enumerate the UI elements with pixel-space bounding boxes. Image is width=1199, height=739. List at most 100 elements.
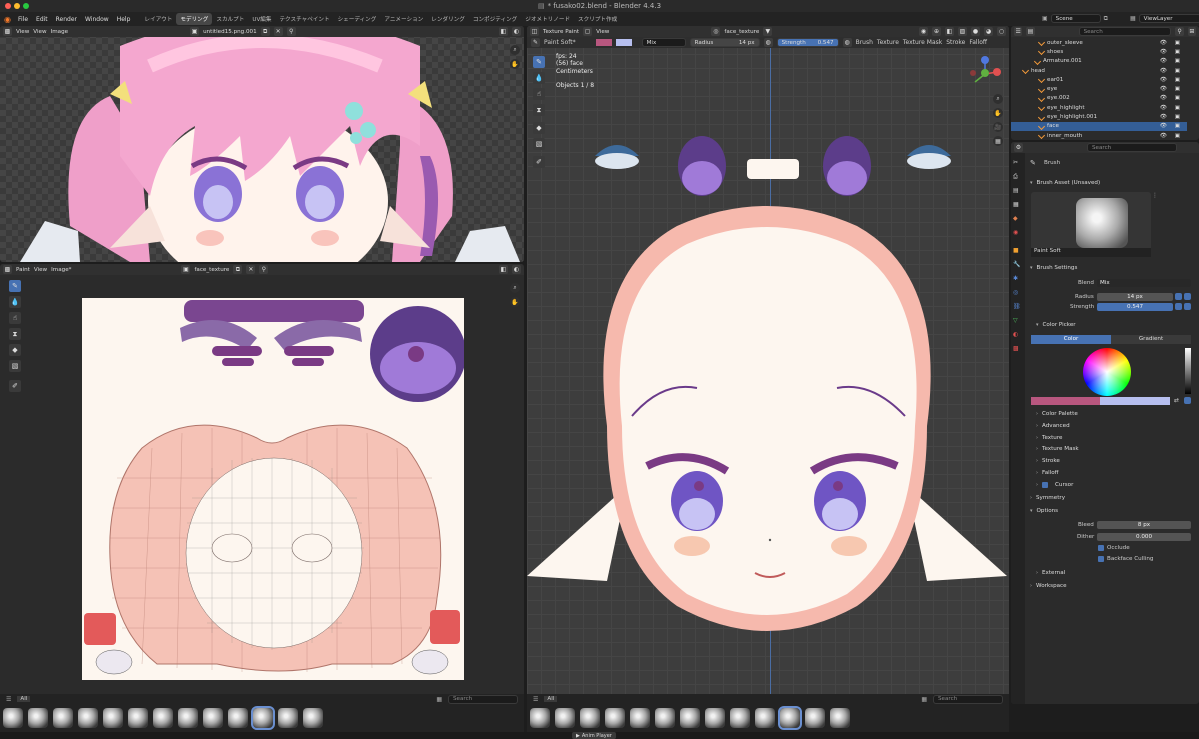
- outliner-row[interactable]: eye_highlight 👁 ▣: [1011, 103, 1187, 112]
- image-close-icon[interactable]: ✕: [246, 265, 256, 274]
- clone-tool-icon[interactable]: ⧗: [9, 328, 21, 340]
- minimize-window-button[interactable]: [14, 3, 20, 9]
- shelf-all-tab[interactable]: All: [17, 696, 31, 702]
- close-window-button[interactable]: [5, 3, 11, 9]
- brush-thumbnail[interactable]: [228, 708, 248, 728]
- shelf-menu-icon[interactable]: ☰: [533, 696, 538, 703]
- overlay-icon[interactable]: ◧: [945, 27, 954, 36]
- visibility-toggle-icon[interactable]: 👁 ▣: [1160, 95, 1183, 101]
- options-panel-header[interactable]: ▾ Options: [1030, 508, 1058, 514]
- brush-thumbnail[interactable]: [555, 708, 575, 728]
- output-tab-icon[interactable]: ▤: [1013, 187, 1019, 194]
- value-slider[interactable]: [1185, 348, 1191, 394]
- occlude-checkbox[interactable]: [1098, 545, 1104, 551]
- perspective-toggle-icon[interactable]: ▦: [993, 136, 1003, 146]
- scene-name-field[interactable]: Scene: [1050, 14, 1101, 23]
- shelf-menu-icon[interactable]: ☰: [6, 696, 11, 703]
- brush-icon[interactable]: ✎: [531, 38, 540, 47]
- pin-icon[interactable]: ⚲: [286, 27, 296, 36]
- brush-name[interactable]: Paint Soft*: [544, 39, 576, 46]
- color-picker-panel-header[interactable]: ▾ Color Picker: [1036, 322, 1076, 328]
- pan-hand-icon[interactable]: ✋: [510, 297, 520, 307]
- menu-texture-mask[interactable]: Texture Mask: [903, 39, 942, 46]
- outliner-row[interactable]: ear01 👁 ▣: [1011, 75, 1187, 84]
- menu-image[interactable]: Image: [51, 29, 69, 35]
- face-model-canvas[interactable]: [527, 126, 1009, 646]
- fill-tool-icon[interactable]: ◆: [9, 344, 21, 356]
- editor-type-icon[interactable]: ▩: [3, 27, 12, 36]
- brush-thumbnail[interactable]: [153, 708, 173, 728]
- display-channels-icon[interactable]: ◐: [512, 27, 521, 36]
- strength-field[interactable]: 0.547: [1097, 303, 1173, 311]
- soften-tool-icon[interactable]: 💧: [9, 296, 21, 308]
- subpanel-advanced[interactable]: › Advanced: [1036, 423, 1070, 429]
- eyedropper-icon[interactable]: [1184, 397, 1191, 404]
- workspace-tab-10[interactable]: スクリプト作成: [574, 13, 621, 25]
- data-tab-icon[interactable]: ▽: [1013, 317, 1018, 324]
- visibility-toggle-icon[interactable]: 👁 ▣: [1160, 123, 1183, 129]
- solid-shading-icon[interactable]: ▢: [583, 27, 593, 36]
- zoom-icon[interactable]: ⌕: [510, 283, 520, 293]
- brush-thumbnail[interactable]: [580, 708, 600, 728]
- bleed-field[interactable]: 8 px: [1097, 521, 1191, 529]
- constraints-tab-icon[interactable]: ⛓: [1013, 303, 1021, 310]
- new-collection-icon[interactable]: ⊞: [1187, 27, 1196, 36]
- subpanel-texture[interactable]: › Texture: [1036, 435, 1062, 441]
- visibility-toggle-icon[interactable]: 👁 ▣: [1160, 105, 1183, 111]
- image-close-icon[interactable]: ✕: [273, 27, 283, 36]
- shelf-search-input[interactable]: Search: [933, 694, 1003, 704]
- outliner-row[interactable]: Armature.001 👁 ▣: [1011, 57, 1187, 66]
- outliner-row[interactable]: eye_highlight.001 👁 ▣: [1011, 112, 1187, 121]
- outliner-row[interactable]: eye.002 👁 ▣: [1011, 94, 1187, 103]
- cursor-checkbox[interactable]: [1042, 482, 1048, 488]
- shelf-display-icon[interactable]: ▦: [436, 696, 442, 703]
- menu-view[interactable]: View: [33, 29, 46, 35]
- brush-thumbnail[interactable]: [705, 708, 725, 728]
- image-name-field[interactable]: face_texture: [194, 267, 229, 273]
- overlay-icon[interactable]: ◧: [499, 27, 508, 36]
- visibility-toggle-icon[interactable]: 👁 ▣: [1160, 40, 1183, 46]
- overlay-icon[interactable]: ◧: [499, 265, 508, 274]
- menu-view[interactable]: View: [596, 29, 609, 35]
- blender-logo-icon[interactable]: ◉: [4, 15, 11, 24]
- xray-icon[interactable]: ▨: [958, 27, 967, 36]
- smear-tool-icon[interactable]: ☝: [9, 312, 21, 324]
- subpanel-falloff[interactable]: › Falloff: [1036, 470, 1059, 476]
- brush-thumbnail[interactable]: [278, 708, 298, 728]
- navigation-gizmo[interactable]: [967, 56, 1003, 92]
- menu-render[interactable]: Render: [52, 15, 81, 24]
- texture-tab-icon[interactable]: ▩: [1013, 345, 1019, 352]
- draw-tool-icon[interactable]: ✎: [533, 56, 545, 68]
- visibility-toggle-icon[interactable]: 👁 ▣: [1160, 114, 1183, 120]
- filter-icon[interactable]: ⚲: [1175, 27, 1184, 36]
- viewport-settings-icon[interactable]: ▼: [763, 27, 773, 36]
- strength-curve-icon[interactable]: [1184, 303, 1191, 310]
- subpanel-texture-mask[interactable]: › Texture Mask: [1036, 446, 1079, 452]
- menu-edit[interactable]: Edit: [32, 15, 52, 24]
- visibility-toggle-icon[interactable]: 👁 ▣: [1160, 49, 1183, 55]
- brush-thumbnail[interactable]: [730, 708, 750, 728]
- workspace-tab-7[interactable]: レンダリング: [427, 13, 469, 25]
- outliner-row[interactable]: eye 👁 ▣: [1011, 85, 1187, 94]
- brush-thumbnail[interactable]: [530, 708, 550, 728]
- secondary-color-swatch[interactable]: [615, 39, 632, 46]
- strength-field[interactable]: Strength 0.547: [776, 38, 839, 47]
- blend-dropdown[interactable]: Mix: [641, 38, 686, 47]
- brush-preview[interactable]: Paint Soft: [1031, 192, 1151, 257]
- brush-thumbnail[interactable]: [778, 706, 802, 730]
- radius-field[interactable]: Radius 14 px: [689, 38, 760, 47]
- shading-material-icon[interactable]: ◕: [984, 27, 993, 36]
- visibility-toggle-icon[interactable]: 👁 ▣: [1160, 133, 1183, 139]
- uv-texture-canvas[interactable]: [82, 298, 464, 680]
- workspace-tab-6[interactable]: アニメーション: [380, 13, 427, 25]
- workspace-panel-header[interactable]: › Workspace: [1030, 583, 1067, 589]
- brush-thumbnail[interactable]: [605, 708, 625, 728]
- sample-color-tool-icon[interactable]: ✐: [533, 156, 545, 168]
- pin-icon[interactable]: ⚲: [259, 265, 269, 274]
- outliner-row[interactable]: shoes 👁 ▣: [1011, 47, 1187, 56]
- soften-tool-icon[interactable]: 💧: [533, 72, 545, 84]
- workspace-tab-4[interactable]: テクスチャペイント: [275, 13, 333, 25]
- pan-hand-icon[interactable]: ✋: [510, 59, 520, 69]
- pan-hand-icon[interactable]: ✋: [993, 108, 1003, 118]
- reference-image-canvas[interactable]: [0, 26, 524, 262]
